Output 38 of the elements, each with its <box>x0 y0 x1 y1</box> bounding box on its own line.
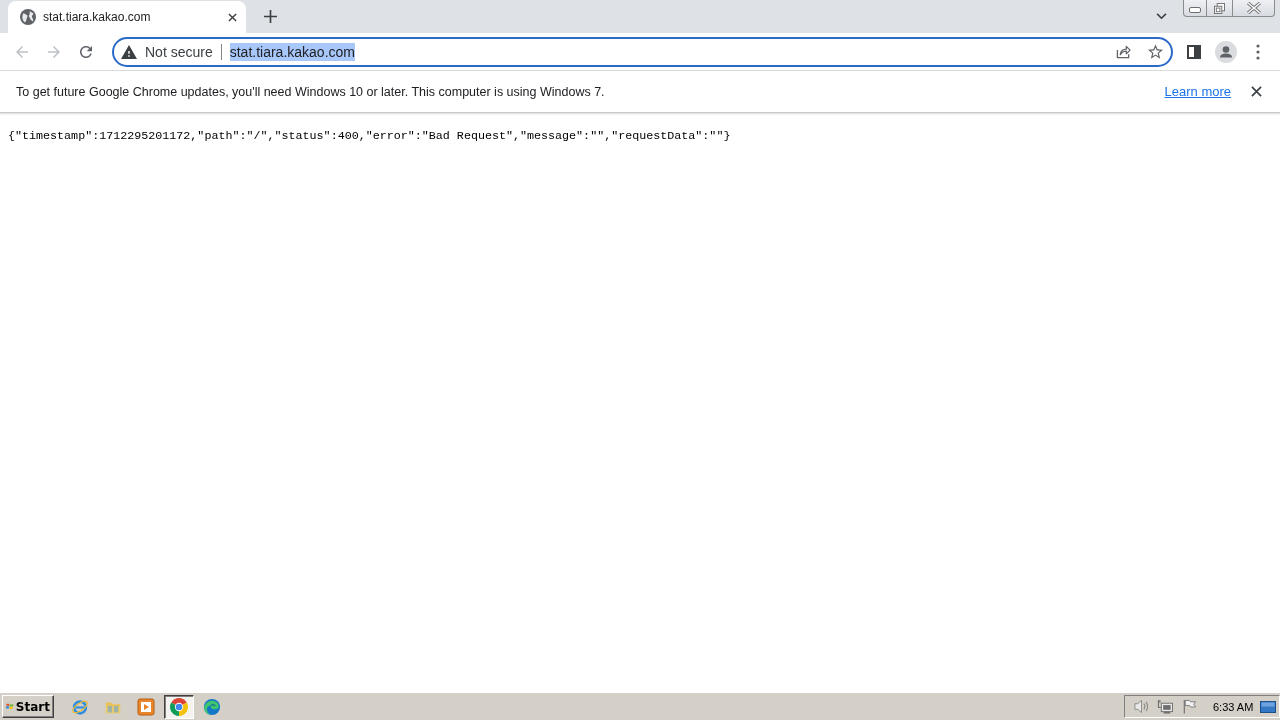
minimize-button[interactable] <box>1183 0 1207 17</box>
minimize-icon <box>1189 6 1201 13</box>
side-panel-icon <box>1187 44 1201 59</box>
restore-button[interactable] <box>1207 0 1233 17</box>
address-field[interactable]: Not secure stat.tiara.kakao.com <box>112 36 1173 67</box>
show-desktop-button[interactable] <box>1259 698 1277 715</box>
security-label: Not secure <box>145 43 213 60</box>
url-text: stat.tiara.kakao.com <box>229 42 355 61</box>
taskbar-button[interactable] <box>164 694 194 719</box>
share-icon <box>1115 44 1131 59</box>
globe-icon <box>20 9 36 25</box>
network-computer-icon <box>1156 699 1174 714</box>
e-logo-icon <box>71 697 89 716</box>
chrome-icon <box>170 697 188 716</box>
close-icon <box>1250 86 1262 97</box>
desktop-icon <box>1260 700 1276 713</box>
star-icon <box>1147 44 1163 59</box>
tab-title: stat.tiara.kakao.com <box>43 10 152 24</box>
close-window-button[interactable] <box>1233 0 1275 17</box>
restore-icon <box>1214 2 1225 14</box>
plus-icon <box>263 10 277 23</box>
chevron-down-icon <box>1155 13 1167 20</box>
close-icon <box>1246 2 1261 14</box>
speaker-icon <box>1132 699 1150 714</box>
infobar-message: To get future Google Chrome updates, you'll need Windows 10 or later. This computer is using Windows 7. <box>16 84 605 99</box>
learn-more-link[interactable]: Learn more <box>1164 84 1231 99</box>
edge-icon <box>203 697 221 716</box>
security-chip[interactable]: Not secure <box>121 40 213 63</box>
clock-time[interactable]: 6:33 AM <box>1213 700 1254 713</box>
more-icon <box>1256 43 1260 60</box>
media-player-icon <box>137 697 155 716</box>
browser-tab[interactable]: stat.tiara.kakao.com <box>8 1 246 33</box>
warning-icon <box>121 44 137 59</box>
start-button[interactable]: Start <box>2 695 54 718</box>
profile-avatar-icon <box>1215 40 1237 63</box>
start-label: Start <box>15 699 50 714</box>
json-response-text: {"timestamp":1712295201172,"path":"/","status":400,"error":"Bad Request","message":"","requestData":""} <box>8 129 731 144</box>
close-icon <box>227 12 237 22</box>
